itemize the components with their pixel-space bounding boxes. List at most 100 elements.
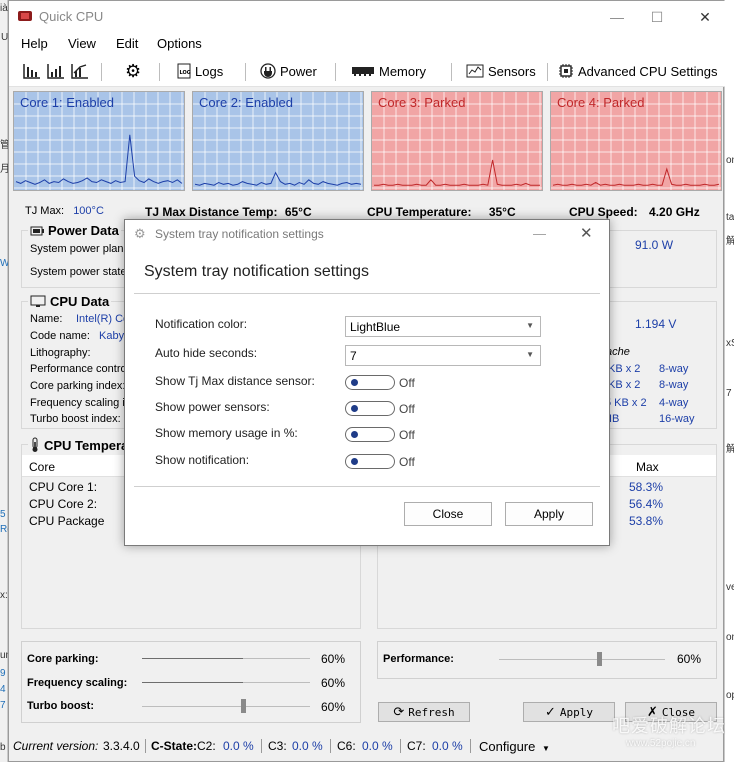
bar-chart-icon[interactable]	[47, 63, 65, 79]
power-data-title: Power Data	[28, 223, 121, 238]
apply-button[interactable]: ✓ Apply	[523, 702, 615, 722]
auto-hide-seconds-label: Auto hide seconds:	[155, 346, 258, 360]
toolbar-separator	[159, 63, 160, 81]
dialog-apply-button[interactable]: Apply	[505, 502, 593, 526]
status-separator	[470, 739, 471, 753]
notification-color-value: LightBlue	[350, 320, 401, 334]
dialog-divider	[134, 293, 600, 294]
auto-hide-seconds-select[interactable]: 7 ▼	[345, 345, 541, 366]
memory-label: Memory	[379, 63, 426, 79]
turbo-boost-index-label: Turbo boost index:	[30, 413, 121, 425]
line-chart-icon[interactable]	[71, 63, 89, 79]
turbo-boost-value: 60%	[321, 700, 346, 714]
maximize-button[interactable]: ☐	[637, 5, 677, 29]
watermark-text: 吧爱破解论坛	[612, 716, 726, 736]
monitor-icon	[30, 295, 46, 307]
power-sensors-toggle[interactable]	[345, 401, 395, 416]
menu-edit[interactable]: Edit	[116, 36, 138, 51]
checkmark-icon: ✓	[544, 704, 556, 720]
dialog-close-button[interactable]: ✕	[580, 224, 593, 242]
background-window-right: on ta 解 xS 7 解 ve on op	[724, 0, 734, 762]
c7-value: 0.0 %	[432, 739, 463, 753]
background-text: 5	[0, 509, 6, 520]
core-2-max: 56.4%	[629, 497, 664, 511]
advanced-cpu-settings-label: Advanced CPU Settings	[578, 63, 718, 79]
turbo-boost-slider-thumb[interactable]	[240, 699, 246, 713]
bar-chart-icon[interactable]	[23, 63, 41, 79]
show-notification-toggle[interactable]	[345, 454, 395, 469]
memory-usage-label: Show memory usage in %:	[155, 426, 298, 440]
cpu-speed-label: CPU Speed:	[569, 205, 638, 219]
close-window-button[interactable]: ✕	[685, 5, 725, 29]
toolbar-separator	[451, 63, 452, 81]
dialog-title: System tray notification settings	[155, 227, 324, 241]
toolbar-separator	[547, 63, 548, 81]
refresh-label: Refresh	[408, 705, 455, 719]
configure-dropdown[interactable]: Configure ▼	[479, 739, 550, 754]
frequency-scaling-label: Frequency scaling in	[30, 397, 131, 409]
code-name-label: Code name:	[30, 330, 90, 342]
core-parking-value: 60%	[321, 652, 346, 666]
background-text: on	[726, 632, 734, 643]
cpu-speed-info: CPU Speed: 4.20 GHz	[569, 205, 700, 219]
cache-way-l3: 16-way	[659, 413, 695, 425]
performance-slider-thumb[interactable]	[596, 652, 602, 666]
performance-slider[interactable]	[499, 659, 665, 660]
core-1-max: 58.3%	[629, 480, 664, 494]
sensors-button[interactable]: Sensors	[466, 61, 536, 81]
chevron-down-icon: ▼	[526, 350, 534, 359]
core-3-label: Core 3: Parked	[378, 95, 466, 110]
notification-color-select[interactable]: LightBlue ▼	[345, 316, 541, 337]
c3-value: 0.0 %	[292, 739, 323, 753]
menu-help[interactable]: Help	[21, 36, 48, 51]
background-text: 解	[726, 236, 734, 247]
tjmax-sensor-toggle[interactable]	[345, 375, 395, 390]
window-title: Quick CPU	[39, 9, 104, 24]
cpu-temperature-value: 35°C	[488, 205, 516, 219]
power-plug-icon	[260, 63, 276, 79]
tjmax-value: 100°C	[73, 205, 104, 217]
power-plan-label: System power plan:	[30, 243, 127, 255]
title-bar: Quick CPU — ☐ ✕	[9, 1, 725, 33]
settings-button[interactable]: ⚙	[125, 61, 141, 81]
tjmax-distance-label: TJ Max Distance Temp:	[145, 205, 278, 219]
power-label: Power	[280, 63, 317, 79]
memory-button[interactable]: Memory	[351, 61, 426, 81]
toggle-knob	[351, 458, 358, 465]
status-separator	[400, 739, 401, 753]
turbo-boost-slider[interactable]	[142, 706, 310, 707]
performance-control-label: Performance control	[30, 363, 130, 375]
chevron-down-icon: ▼	[526, 321, 534, 330]
power-sensors-state: Off	[399, 402, 415, 416]
advanced-cpu-settings-button[interactable]: Advanced CPU Settings	[558, 61, 717, 81]
minimize-button[interactable]: —	[597, 5, 637, 29]
power-button[interactable]: Power	[260, 61, 317, 81]
menu-options[interactable]: Options	[157, 36, 202, 51]
menu-view[interactable]: View	[68, 36, 96, 51]
core-parking-label: Core parking:	[27, 653, 99, 665]
core-3-graph: Core 3: Parked	[371, 91, 543, 191]
logs-button[interactable]: LOG Logs	[177, 61, 223, 81]
status-separator	[145, 739, 146, 753]
background-text: op	[726, 690, 734, 701]
background-window-left: ià U 管 月 W 5 Rc x: um 9 4 7 b	[0, 0, 14, 762]
frequency-scaling-slider-fill	[142, 682, 243, 683]
cpu-icon	[559, 64, 573, 78]
cstate-label: C-State:	[151, 739, 198, 753]
power-sensors-label: Show power sensors:	[155, 400, 270, 414]
dialog-minimize-button[interactable]: —	[533, 226, 546, 241]
notification-settings-dialog: ⚙ System tray notification settings — ✕ …	[124, 219, 610, 546]
dialog-heading: System tray notification settings	[144, 263, 369, 280]
memory-usage-toggle[interactable]	[345, 427, 395, 442]
voltage-value: 1.194 V	[635, 317, 677, 331]
log-icon: LOG	[177, 63, 191, 79]
core-1-label: Core 1: Enabled	[20, 95, 114, 110]
core-4-label: Core 4: Parked	[557, 95, 645, 110]
refresh-button[interactable]: ⟳ Refresh	[378, 702, 470, 722]
app-icon	[18, 11, 32, 21]
logs-label: Logs	[195, 63, 224, 79]
dialog-close-action-button[interactable]: Close	[404, 502, 492, 526]
dialog-apply-label: Apply	[533, 507, 565, 521]
thermometer-icon	[32, 437, 38, 452]
cache-size-l3: IB	[609, 413, 620, 425]
